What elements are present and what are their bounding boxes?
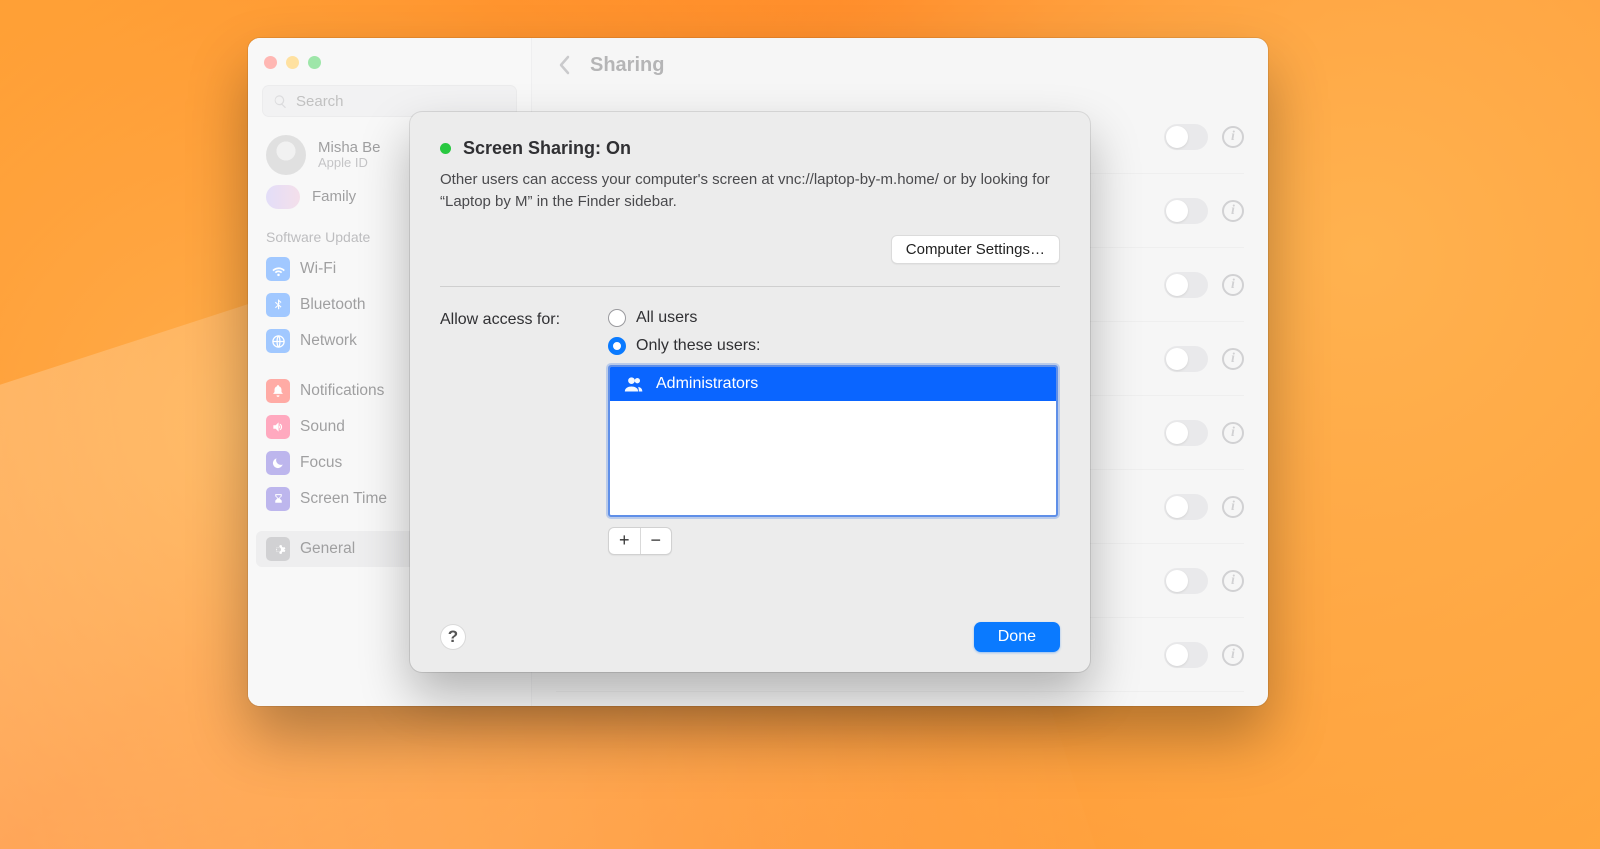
- radio-only-these-users[interactable]: Only these users:: [608, 337, 1060, 355]
- radio-button-icon: [608, 309, 626, 327]
- status-dot-icon: [440, 143, 451, 154]
- user-list-row[interactable]: Administrators: [610, 367, 1056, 401]
- add-remove-controls: + −: [608, 527, 672, 555]
- computer-settings-row: Computer Settings…: [440, 235, 1060, 287]
- group-icon: [624, 376, 644, 392]
- screen-sharing-sheet: Screen Sharing: On Other users can acces…: [410, 112, 1090, 672]
- radio-all-users[interactable]: All users: [608, 309, 1060, 327]
- help-button[interactable]: ?: [440, 624, 466, 650]
- sheet-footer: ? Done: [440, 604, 1060, 652]
- sheet-title-row: Screen Sharing: On: [440, 138, 1060, 159]
- allow-access-label: Allow access for:: [440, 309, 590, 555]
- radio-label: Only these users:: [636, 337, 761, 355]
- add-button[interactable]: +: [609, 528, 640, 554]
- allow-access-row: Allow access for: All users Only these u…: [440, 309, 1060, 555]
- sheet-description: Other users can access your computer's s…: [440, 169, 1060, 213]
- radio-button-icon: [608, 337, 626, 355]
- sheet-title: Screen Sharing: On: [463, 138, 631, 159]
- computer-settings-button[interactable]: Computer Settings…: [891, 235, 1060, 264]
- users-list[interactable]: Administrators: [608, 365, 1058, 517]
- access-radio-group: All users Only these users: Administrato…: [608, 309, 1060, 555]
- remove-button[interactable]: −: [641, 528, 672, 554]
- user-list-label: Administrators: [656, 375, 758, 393]
- radio-label: All users: [636, 309, 697, 327]
- done-button[interactable]: Done: [974, 622, 1060, 652]
